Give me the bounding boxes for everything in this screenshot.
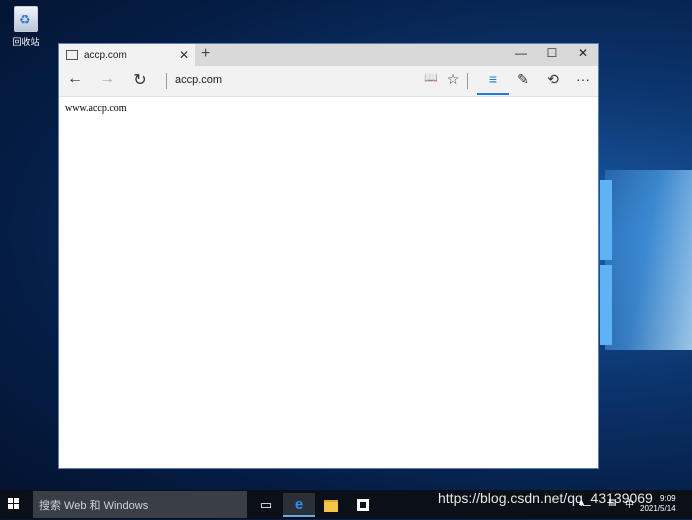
new-tab-button[interactable]: + [201,45,210,63]
minimize-button[interactable]: — [506,46,536,60]
hub-icon[interactable]: ≡ [481,71,505,87]
recycle-bin-icon [14,6,38,32]
desktop-window-pane [600,265,612,345]
start-button[interactable] [8,498,20,510]
file-explorer-button[interactable] [315,493,347,517]
close-button[interactable]: ✕ [568,46,598,60]
edge-icon: e [294,496,304,513]
share-icon[interactable]: ⟲ [541,71,565,88]
navigation-bar: ← → ↻ accp.com 📖 ☆ ≡ ✎ ⟲ ··· [59,66,598,97]
refresh-button[interactable]: ↻ [128,70,152,90]
divider [467,73,468,89]
favorite-star-icon[interactable]: ☆ [441,71,465,88]
store-button[interactable] [347,493,379,517]
browser-window: accp.com ✕ + — ☐ ✕ ← → ↻ accp.com 📖 ☆ ≡ … [58,43,599,469]
tab-title: accp.com [84,49,127,61]
back-button[interactable]: ← [63,70,87,88]
hub-active-indicator [477,93,509,95]
web-note-icon[interactable]: ✎ [511,71,535,88]
more-icon[interactable]: ··· [571,71,595,87]
task-view-icon[interactable]: ▭ [250,493,282,517]
page-icon [66,50,78,60]
tab-close-icon[interactable]: ✕ [179,48,189,62]
reading-view-icon[interactable]: 📖 [419,71,443,84]
search-box[interactable]: 搜索 Web 和 Windows [33,491,247,518]
folder-icon [324,500,338,512]
browser-tab[interactable]: accp.com ✕ [59,44,195,66]
page-content: www.accp.com [59,97,598,120]
page-text: www.accp.com [65,103,127,114]
desktop-window-pane [600,180,612,260]
title-bar: accp.com ✕ + — ☐ ✕ [59,44,598,66]
address-bar[interactable]: accp.com [175,74,222,86]
recycle-bin-label: 回收站 [12,37,40,47]
recycle-bin[interactable]: 回收站 [6,6,46,48]
maximize-button[interactable]: ☐ [537,46,567,60]
store-icon [357,499,369,511]
divider [166,73,167,89]
watermark-text: https://blog.csdn.net/qq_43139069 [438,490,653,506]
edge-taskbar-button[interactable]: e [283,493,315,517]
forward-button[interactable]: → [95,70,119,88]
